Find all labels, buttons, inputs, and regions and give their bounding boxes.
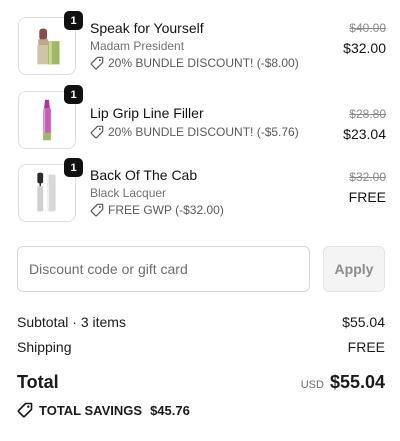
item-original-price: $32.00	[349, 170, 386, 184]
item-original-price: $28.80	[349, 107, 386, 121]
subtotal-row: Subtotal · 3 items $55.04	[17, 314, 385, 330]
shipping-row: Shipping FREE	[17, 339, 385, 355]
apply-button[interactable]: Apply	[323, 246, 385, 292]
item-info: Back Of The Cab Black Lacquer FREE GWP (…	[90, 166, 310, 218]
discount-code-row: Apply	[17, 246, 385, 292]
tag-icon	[90, 203, 104, 217]
product-thumbnail-wrap: 1	[18, 85, 83, 149]
product-thumbnail-wrap: 1	[18, 11, 83, 75]
savings-value: $45.76	[150, 402, 190, 418]
shipping-value: FREE	[347, 339, 385, 355]
tag-icon	[90, 125, 104, 139]
shipping-label: Shipping	[17, 339, 72, 355]
currency-code: USD	[300, 379, 324, 391]
item-price: $32.00	[343, 40, 386, 56]
item-discount: FREE GWP (-$32.00)	[90, 202, 310, 218]
total-row: Total USD $55.04	[17, 372, 385, 396]
item-variant: Black Lacquer	[90, 186, 167, 200]
subtotal-value: $55.04	[342, 314, 385, 330]
item-name: Lip Grip Line Filler	[90, 105, 204, 121]
item-name: Speak for Yourself	[90, 20, 204, 36]
product-thumbnail-wrap: 1	[18, 158, 83, 222]
item-prices: $40.00 $32.00	[343, 20, 386, 58]
item-discount-text: 20% BUNDLE DISCOUNT! (-$8.00)	[108, 56, 299, 70]
cart-item: 1 Speak for Yourself Madam President 20%…	[18, 11, 386, 75]
item-prices: $28.80 $23.04	[343, 106, 386, 144]
item-price: FREE	[348, 189, 386, 205]
total-savings-row: TOTAL SAVINGS $45.76	[17, 402, 190, 418]
tag-icon	[90, 56, 104, 70]
subtotal-label: Subtotal · 3 items	[17, 314, 126, 330]
item-info: Speak for Yourself Madam President 20% B…	[90, 19, 310, 71]
item-variant: Madam President	[90, 39, 185, 53]
item-discount: 20% BUNDLE DISCOUNT! (-$5.76)	[90, 124, 310, 140]
item-name: Back Of The Cab	[90, 167, 198, 183]
item-price: $23.04	[343, 126, 386, 142]
quantity-badge: 1	[64, 158, 83, 177]
savings-label: TOTAL SAVINGS	[39, 402, 143, 418]
quantity-badge: 1	[64, 85, 83, 104]
item-discount-text: 20% BUNDLE DISCOUNT! (-$5.76)	[108, 125, 299, 139]
item-discount: 20% BUNDLE DISCOUNT! (-$8.00)	[90, 55, 310, 71]
total-label: Total	[17, 372, 59, 392]
item-prices: $32.00 FREE	[349, 169, 386, 207]
quantity-badge: 1	[64, 11, 83, 30]
discount-code-input[interactable]	[17, 246, 310, 292]
total-amount: USD $55.04	[301, 372, 385, 393]
item-discount-text: FREE GWP (-$32.00)	[108, 203, 224, 217]
cart-item: 1 Lip Grip Line Filler 20% BUNDLE DISCOU…	[18, 85, 386, 149]
item-info: Lip Grip Line Filler 20% BUNDLE DISCOUNT…	[90, 104, 310, 140]
item-original-price: $40.00	[349, 21, 386, 35]
total-value: $55.04	[329, 372, 385, 392]
cart-item: 1 Back Of The Cab Black Lacquer FREE GWP…	[18, 158, 386, 222]
tag-icon	[17, 402, 33, 418]
